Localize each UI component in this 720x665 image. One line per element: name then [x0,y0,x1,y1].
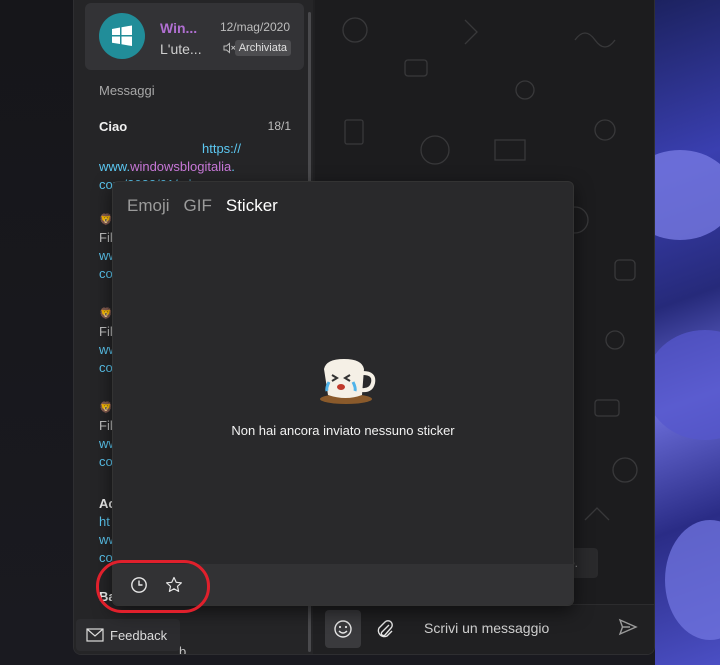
feedback-label: Feedback [110,627,168,643]
emoji-picker-button[interactable] [325,610,361,648]
crying-cup-sticker-icon [316,355,378,412]
mail-icon [86,628,104,642]
tab-gif[interactable]: GIF [184,196,212,216]
chat-preview: L'ute... [160,41,202,57]
tab-sticker[interactable]: Sticker [226,196,278,216]
archived-badge: Archiviata [234,40,291,56]
smiley-icon [334,620,352,638]
chat-date: 12/mag/2020 [219,20,290,34]
message-result-date: 18/1 [267,119,291,133]
send-button[interactable] [618,617,638,642]
empty-stickers-message: Non hai ancora inviato nessuno sticker [231,423,455,438]
feedback-button[interactable]: Feedback [76,619,180,651]
link-line: . [231,159,235,174]
emoji-gif-sticker-picker: Emoji GIF Sticker Non hai ancora inviato… [112,181,574,606]
chat-name: Win... [160,20,198,36]
message-result-title[interactable]: Ciao [99,119,127,134]
row-link: b [179,644,187,655]
avatar [99,13,145,59]
annotation-highlight-circle [96,560,210,613]
picker-tabs: Emoji GIF Sticker [127,196,278,216]
chat-item-archived[interactable]: Win... 12/mag/2020 L'ute... Archiviata [85,3,304,70]
messages-section-label: Messaggi [99,83,155,98]
link-highlight: windowsblogitalia [130,159,232,174]
windows-logo-icon [112,25,132,46]
wallpaper [655,0,720,665]
link-line: www. [99,159,131,174]
link-line: https:// [202,141,242,156]
paperclip-icon [377,620,393,638]
message-input[interactable]: Scrivi un messaggio [424,620,549,636]
message-composer: Scrivi un messaggio [315,604,654,654]
send-icon [618,618,638,636]
attach-button[interactable] [370,613,400,645]
tab-emoji[interactable]: Emoji [127,196,170,216]
